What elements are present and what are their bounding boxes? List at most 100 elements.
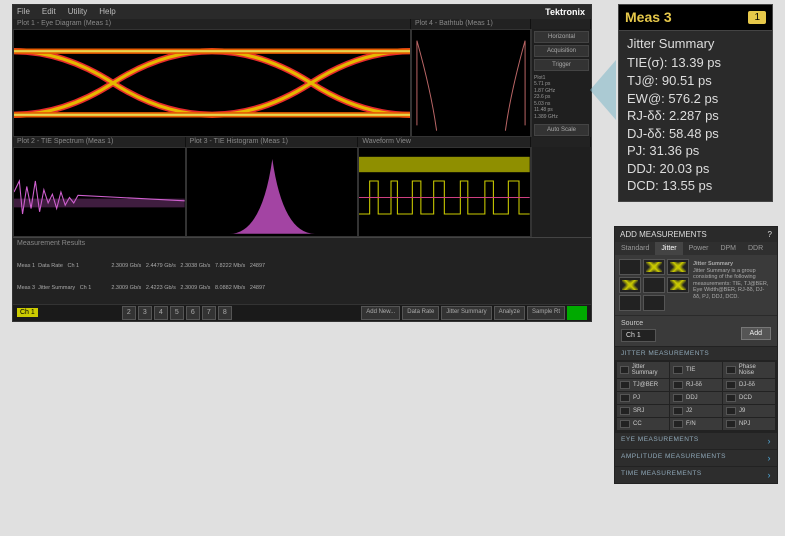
source-dropdown[interactable]: Ch 1	[621, 329, 656, 342]
tab-standard[interactable]: Standard	[615, 242, 655, 255]
thumb-7[interactable]	[619, 295, 641, 311]
thumb-4[interactable]	[619, 277, 641, 293]
meas3-row-tj: TJ@: 90.51 ps	[627, 72, 764, 90]
meas3-title: Meas 3	[625, 8, 748, 27]
meas-j9[interactable]: J9	[723, 405, 775, 417]
menu-utility[interactable]: Utility	[68, 7, 88, 16]
thumb-2[interactable]	[643, 259, 665, 275]
thumb-6[interactable]	[667, 277, 689, 293]
meas-fn[interactable]: F/N	[670, 418, 722, 430]
add-measurement-button[interactable]: Add	[741, 327, 771, 340]
data-rate-badge[interactable]: Data Rate	[402, 306, 439, 320]
chan-6-button[interactable]: 6	[186, 306, 200, 320]
brand-logo: Tektronix	[545, 7, 585, 17]
meas3-callout: Meas 3 1 Jitter Summary TIE(σ): 13.39 ps…	[618, 4, 773, 202]
acquisition-button[interactable]: Acquisition	[534, 45, 589, 57]
oscilloscope-window: File Edit Utility Help Tektronix Plot 1 …	[12, 4, 592, 322]
measurement-thumbnails	[619, 259, 689, 311]
meas-pj[interactable]: PJ	[617, 392, 669, 404]
add-measurements-panel: ADD MEASUREMENTS ? Standard Jitter Power…	[614, 226, 778, 484]
bathtub-plot[interactable]	[411, 29, 531, 137]
plot-title-bar-mid: Plot 2 - TIE Spectrum (Meas 1) Plot 3 - …	[13, 137, 591, 147]
chan-8-button[interactable]: 8	[218, 306, 232, 320]
meas-srj[interactable]: SRJ	[617, 405, 669, 417]
measurement-description: Jitter Summary Jitter Summary is a group…	[691, 259, 773, 311]
eye-diagram-plot[interactable]	[13, 29, 411, 137]
menu-edit[interactable]: Edit	[42, 7, 56, 16]
measurement-results-panel: Measurement Results Meas 1 Data Rate Ch …	[13, 237, 591, 304]
source-label: Source	[621, 320, 771, 327]
results-header: Measurement Results	[17, 240, 587, 247]
jitter-section-header[interactable]: JITTER MEASUREMENTS	[615, 346, 777, 360]
meas-ddj[interactable]: DDJ	[670, 392, 722, 404]
thumb-5[interactable]	[643, 277, 665, 293]
results-values: 2.3009 Gb/s 2.4479 Gb/s 2.3038 Gb/s 7.82…	[111, 249, 383, 304]
addmeas-tabs: Standard Jitter Power DPM DDR	[615, 242, 777, 255]
meas-dj[interactable]: DJ-δδ	[723, 379, 775, 391]
chan-5-button[interactable]: 5	[170, 306, 184, 320]
sample-rate-button[interactable]: Sample Rt	[527, 306, 565, 320]
meas-npj[interactable]: NPJ	[723, 418, 775, 430]
meas-jitter-summary[interactable]: Jitter Summary	[617, 362, 669, 378]
meas-rj[interactable]: RJ-δδ	[670, 379, 722, 391]
menu-help[interactable]: Help	[99, 7, 115, 16]
plot-title-bar-top: Plot 1 - Eye Diagram (Meas 1) Plot 4 - B…	[13, 19, 591, 29]
chan-4-button[interactable]: 4	[154, 306, 168, 320]
channel-badge[interactable]: Ch 1	[17, 308, 38, 317]
add-new-button[interactable]: Add New...	[361, 306, 400, 320]
meas3-row-dcd: DCD: 13.55 ps	[627, 177, 764, 195]
chevron-right-icon: ›	[768, 453, 772, 463]
horizontal-button[interactable]: Horizontal	[534, 31, 589, 43]
meas-phase-noise[interactable]: Phase Noise	[723, 362, 775, 378]
time-section-header[interactable]: TIME MEASUREMENTS›	[615, 466, 777, 483]
chevron-right-icon: ›	[768, 470, 772, 480]
tab-dpm[interactable]: DPM	[714, 242, 742, 255]
meas-tie[interactable]: TIE	[670, 362, 722, 378]
side-control-panel: Horizontal Acquisition Trigger Plot1 5.7…	[531, 29, 591, 137]
eye-plot-title: Plot 1 - Eye Diagram (Meas 1)	[13, 19, 411, 29]
meas3-row-tie: TIE(σ): 13.39 ps	[627, 54, 764, 72]
waveform-plot[interactable]	[358, 147, 531, 237]
chan-7-button[interactable]: 7	[202, 306, 216, 320]
meas-dcd[interactable]: DCD	[723, 392, 775, 404]
meas3-row-dj: DJ-δδ: 58.48 ps	[627, 125, 764, 143]
tab-power[interactable]: Power	[683, 242, 715, 255]
meas-tjber[interactable]: TJ@BER	[617, 379, 669, 391]
jitter-summary-badge[interactable]: Jitter Summary	[441, 306, 491, 320]
spectrum-plot[interactable]	[13, 147, 186, 237]
menubar: File Edit Utility Help Tektronix	[13, 5, 591, 19]
meas-j2[interactable]: J2	[670, 405, 722, 417]
analyze-button[interactable]: Analyze	[494, 306, 525, 320]
cursor-readouts: Plot1 5.71 ps 1.87 GHz 23.6 ps 5.03 ns 1…	[534, 75, 589, 121]
meas3-row-rj: RJ-δδ: 2.287 ps	[627, 107, 764, 125]
meas3-row-ew: EW@: 576.2 ps	[627, 90, 764, 108]
autoscale-button[interactable]: Auto Scale	[534, 124, 589, 136]
eye-section-header[interactable]: EYE MEASUREMENTS›	[615, 432, 777, 449]
thumb-8[interactable]	[643, 295, 665, 311]
histogram-plot-title: Plot 3 - TIE Histogram (Meas 1)	[186, 137, 359, 147]
bathtub-plot-title: Plot 4 - Bathtub (Meas 1)	[411, 19, 531, 29]
thumb-1[interactable]	[619, 259, 641, 275]
chan-3-button[interactable]: 3	[138, 306, 152, 320]
results-labels: Meas 1 Data Rate Ch 1 Meas 3 Jitter Summ…	[17, 249, 91, 304]
meas3-row-pj: PJ: 31.36 ps	[627, 142, 764, 160]
callout-connector	[590, 60, 616, 120]
meas3-row-ddj: DDJ: 20.03 ps	[627, 160, 764, 178]
tab-ddr[interactable]: DDR	[742, 242, 769, 255]
side-panel-lower	[531, 147, 591, 237]
chevron-right-icon: ›	[768, 436, 772, 446]
amplitude-section-header[interactable]: AMPLITUDE MEASUREMENTS›	[615, 449, 777, 466]
chan-2-button[interactable]: 2	[122, 306, 136, 320]
addmeas-title: ADD MEASUREMENTS	[620, 230, 707, 239]
trigger-button[interactable]: Trigger	[534, 59, 589, 71]
meas3-channel-badge: 1	[748, 11, 766, 25]
run-button[interactable]	[567, 306, 587, 320]
meas-cc[interactable]: CC	[617, 418, 669, 430]
histogram-plot[interactable]	[186, 147, 359, 237]
side-panel-spacer	[531, 19, 591, 29]
thumb-3[interactable]	[667, 259, 689, 275]
tab-jitter[interactable]: Jitter	[655, 242, 682, 255]
help-icon[interactable]: ?	[768, 230, 772, 239]
jitter-measurements-grid: Jitter Summary TIE Phase Noise TJ@BER RJ…	[615, 360, 777, 432]
menu-file[interactable]: File	[17, 7, 30, 16]
